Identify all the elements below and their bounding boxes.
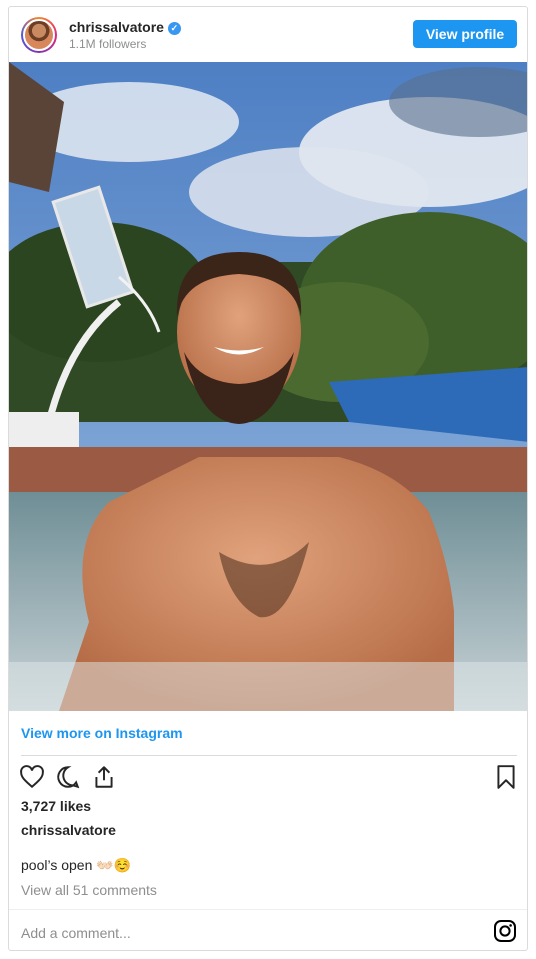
divider	[9, 909, 527, 910]
view-more-on-instagram-link[interactable]: View more on Instagram	[21, 725, 183, 741]
instagram-icon[interactable]	[493, 919, 517, 943]
heart-icon[interactable]	[19, 764, 45, 790]
divider	[21, 755, 517, 756]
username-text: chrissalvatore	[69, 19, 164, 35]
bookmark-icon[interactable]	[493, 764, 519, 790]
instagram-embed-card: chrissalvatore ✓ 1.1M followers View prof…	[8, 6, 528, 951]
avatar[interactable]	[21, 17, 57, 53]
comment-icon[interactable]	[55, 764, 81, 790]
view-all-comments-link[interactable]: View all 51 comments	[21, 882, 157, 898]
caption-username[interactable]: chrissalvatore	[21, 822, 116, 838]
post-caption: pool’s open 👐🏻☺️	[21, 857, 132, 873]
follower-count: 1.1M followers	[69, 37, 147, 51]
add-comment-field[interactable]: Add a comment...	[21, 925, 131, 941]
verified-badge-icon: ✓	[167, 22, 181, 35]
username-link[interactable]: chrissalvatore ✓	[69, 19, 181, 35]
action-bar	[19, 764, 519, 792]
view-profile-button[interactable]: View profile	[413, 20, 517, 48]
post-photo[interactable]	[9, 62, 527, 711]
avatar-image	[23, 19, 55, 51]
post-header: chrissalvatore ✓ 1.1M followers View prof…	[9, 7, 527, 63]
share-icon[interactable]	[91, 764, 117, 790]
pool-selfie-image	[9, 62, 527, 711]
like-count[interactable]: 3,727 likes	[21, 798, 91, 814]
